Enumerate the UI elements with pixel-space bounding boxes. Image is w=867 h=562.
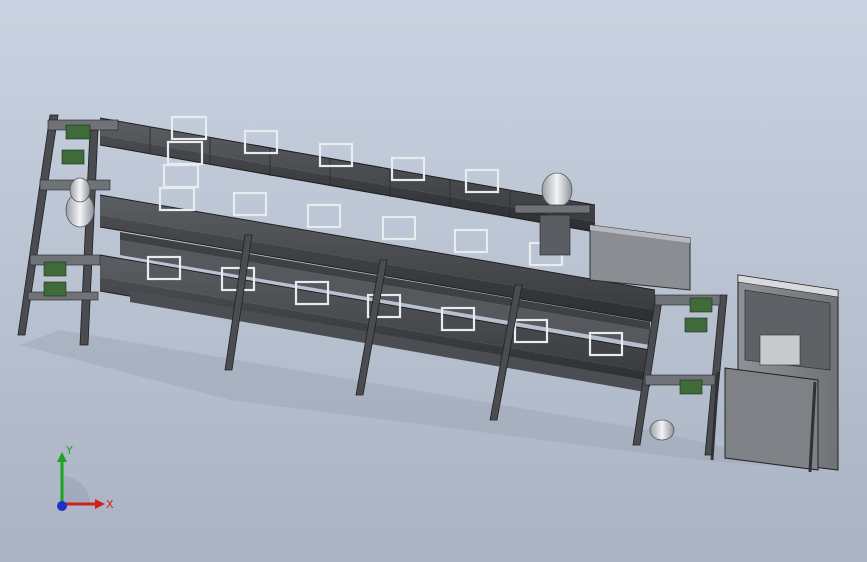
x-axis-label: X [106, 498, 114, 511]
x-arrow-head [95, 499, 105, 509]
control-cabinet[interactable] [710, 274, 839, 473]
process-housing[interactable] [589, 224, 691, 291]
assembly-model[interactable] [0, 0, 867, 562]
cad-viewport[interactable]: Y X [0, 0, 867, 562]
triad-plane [62, 476, 90, 504]
axis-triad: Y X [57, 444, 114, 511]
y-axis-label: Y [65, 444, 73, 457]
z-axis-dot [57, 501, 67, 511]
